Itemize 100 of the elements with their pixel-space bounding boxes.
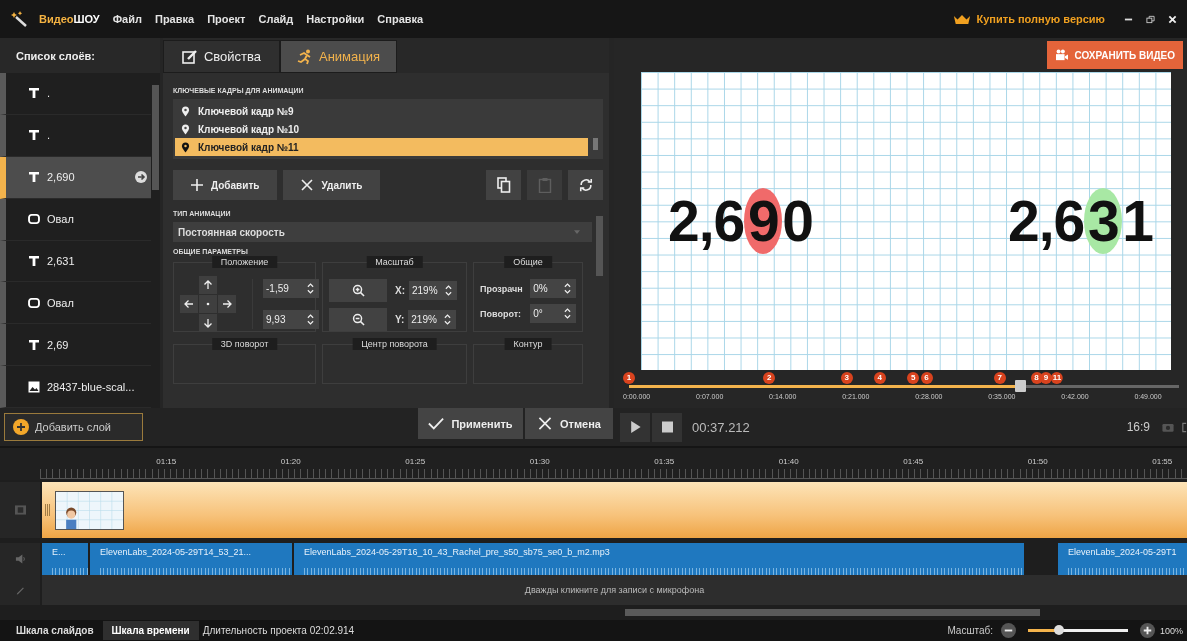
group-title: Контур: [504, 338, 552, 350]
add-button[interactable]: Добавить: [173, 170, 278, 200]
zoom-out-button[interactable]: [329, 308, 387, 331]
arrow-down-button[interactable]: [199, 314, 217, 332]
menu-item[interactable]: Правка: [155, 13, 195, 25]
text-icon: [28, 87, 40, 100]
tab[interactable]: Анимация: [280, 40, 397, 73]
menu-item[interactable]: Слайд: [258, 13, 294, 25]
field-label: Поворот:: [480, 308, 523, 319]
stop-icon: [661, 421, 673, 433]
drag-handle[interactable]: [45, 504, 50, 516]
app-name: ВидеоШОУ: [39, 13, 100, 25]
view-tab[interactable]: Шкала слайдов: [8, 621, 103, 640]
layer-item[interactable]: Овал: [0, 282, 151, 325]
arrow-circle-icon[interactable]: [135, 171, 147, 184]
field-label: X:: [395, 285, 405, 296]
animation-type-dropdown[interactable]: Постоянная скорость: [173, 222, 592, 242]
layer-item[interactable]: 2,690: [0, 156, 151, 199]
aspect-ratio-button[interactable]: 16:9: [1126, 420, 1150, 434]
layer-item[interactable]: 2,69: [0, 324, 151, 367]
copy-icon: [496, 177, 511, 193]
ruler-time-label: 01:30: [528, 457, 551, 466]
edit-icon: [181, 48, 198, 65]
refresh-button[interactable]: [568, 170, 603, 200]
menu-item[interactable]: Справка: [377, 13, 424, 25]
rounded-rectangle-icon: [28, 296, 40, 309]
microphone-hint: Дважды кликните для записи с микрофона: [524, 585, 705, 595]
menu-item[interactable]: Файл: [112, 13, 142, 25]
film-icon: [14, 505, 26, 515]
video-track[interactable]: [42, 482, 1187, 538]
zoom-out-icon: [351, 313, 365, 326]
spin-field[interactable]: 0%: [530, 279, 576, 298]
fullscreen-icon[interactable]: [1182, 421, 1187, 433]
spin-field[interactable]: -1,59: [263, 279, 319, 298]
delete-button[interactable]: Удалить: [283, 170, 381, 200]
arrow-right-button[interactable]: [218, 295, 236, 313]
zoom-out-button[interactable]: [1000, 623, 1016, 638]
dropdown-arrow-icon: [574, 230, 580, 234]
zoom-in-icon: [351, 284, 365, 297]
spin-field[interactable]: 219%: [408, 310, 457, 329]
ruler-time-label: 01:15: [155, 457, 178, 466]
ruler-time-label: 01:55: [1151, 457, 1174, 466]
playback-time: 00:37.212: [692, 419, 750, 435]
spinner-arrows-icon: [445, 285, 452, 296]
ruler-time-label: 01:50: [1026, 457, 1049, 466]
keyframe-item[interactable]: Ключевой кадр №11: [175, 138, 588, 156]
buy-full-version-link[interactable]: Купить полную версию: [976, 13, 1105, 25]
audio-clip[interactable]: E...: [42, 543, 88, 575]
audio-clip[interactable]: ElevenLabs_2024-05-29T14_53_21...: [90, 543, 292, 575]
arrow-right-icon: [222, 299, 232, 309]
copy-button[interactable]: [486, 170, 521, 200]
spin-field[interactable]: 0°: [530, 304, 576, 323]
zoom-in-button[interactable]: [329, 279, 387, 302]
play-icon: [629, 421, 641, 433]
layer-item[interactable]: 28437-blue-scal...: [0, 366, 151, 408]
spin-field[interactable]: 9,93: [263, 310, 319, 329]
zoom-in-button[interactable]: [1139, 623, 1155, 638]
video-camera-icon: [1055, 49, 1070, 61]
arrow-down-icon: [203, 318, 213, 328]
zoom-slider-handle[interactable]: [1053, 625, 1064, 635]
add-layer-button[interactable]: Добавить слой: [4, 413, 143, 441]
group-title: Масштаб: [366, 256, 423, 268]
play-button[interactable]: [620, 412, 650, 442]
spinner-arrows-icon: [307, 283, 314, 294]
microphone-track[interactable]: Дважды кликните для записи с микрофона: [42, 575, 1187, 605]
running-figure-icon: [297, 48, 313, 65]
apply-button[interactable]: Применить: [418, 408, 523, 439]
tab[interactable]: Свойства: [163, 40, 280, 73]
ruler-time-label: 01:40: [777, 457, 800, 466]
stop-button[interactable]: [652, 412, 682, 442]
layer-item[interactable]: .: [0, 114, 151, 157]
layer-item[interactable]: 2,631: [0, 240, 151, 283]
view-tab[interactable]: Шкала времени: [102, 621, 199, 640]
playhead-handle[interactable]: [1015, 380, 1027, 392]
keyframe-item[interactable]: Ключевой кадр №9: [175, 102, 588, 120]
restore-icon[interactable]: [1146, 14, 1155, 24]
zoom-label: Масштаб:: [947, 625, 993, 636]
cancel-button[interactable]: Отмена: [525, 408, 613, 439]
menu-item[interactable]: Проект: [207, 13, 246, 25]
clipboard-icon: [537, 177, 552, 193]
group-title: Положение: [211, 256, 278, 268]
audio-clip[interactable]: ElevenLabs_2024-05-29T16_10_43_Rachel_pre_s50_sb75_se0_b_m2.mp3: [294, 543, 1024, 575]
layer-item[interactable]: .: [0, 73, 151, 115]
arrow-up-button[interactable]: [199, 276, 217, 294]
ruler-time-label: 01:20: [279, 457, 302, 466]
map-pin-icon: [181, 105, 190, 117]
spin-field[interactable]: 219%: [409, 281, 457, 300]
layer-item[interactable]: Овал: [0, 198, 151, 241]
keyframe-item[interactable]: Ключевой кадр №10: [175, 120, 588, 138]
arrow-left-button[interactable]: [180, 295, 198, 313]
menu-item[interactable]: Настройки: [306, 13, 365, 25]
audio-clip[interactable]: ElevenLabs_2024-05-29T1: [1058, 543, 1187, 575]
spinner-arrows-icon: [564, 283, 571, 294]
close-icon[interactable]: [1168, 14, 1177, 24]
refresh-icon: [578, 177, 593, 193]
text-icon: [28, 171, 40, 184]
close-icon: [537, 417, 553, 430]
spinner-arrows-icon: [564, 308, 571, 319]
group-title: Общие: [504, 256, 552, 268]
number-label: 2,690: [668, 188, 813, 254]
